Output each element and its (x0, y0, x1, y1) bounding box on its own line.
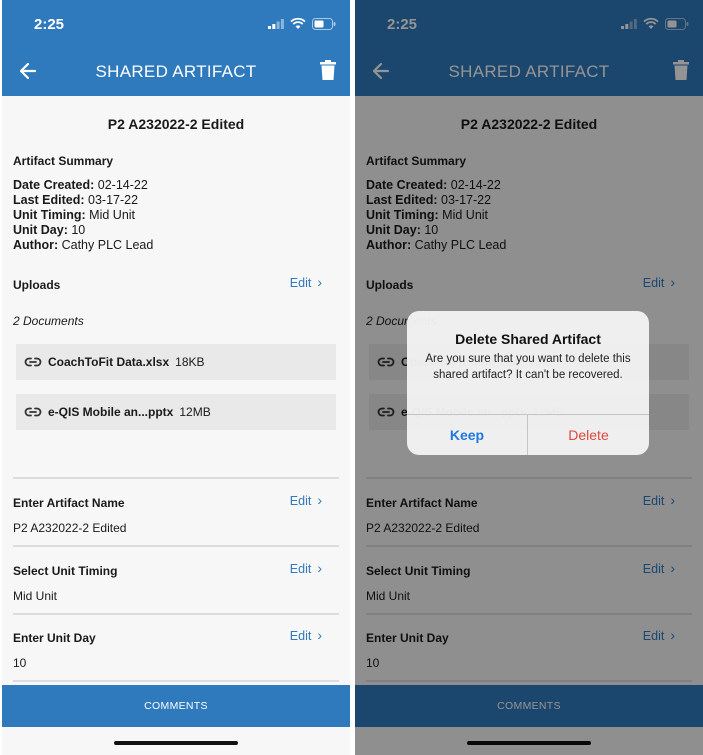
meta-label: Unit Day: (13, 223, 68, 237)
dialog-title: Delete Shared Artifact (455, 331, 601, 347)
battery-icon (312, 18, 336, 30)
phone-screen-normal: 2:25 SHARED ARTIFACT P2 A232022-2 Edited… (2, 0, 350, 755)
field-heading-unit-timing: Select Unit Timing (13, 564, 118, 578)
signal-icon (268, 19, 284, 29)
chevron-right-icon: › (317, 627, 322, 643)
unit-day-edit-button[interactable]: Edit › (290, 627, 322, 643)
meta-label: Author: (13, 238, 59, 252)
divider (13, 545, 339, 547)
artifact-meta: Date Created: 02-14-22 Last Edited: 03-1… (13, 178, 153, 253)
meta-row-last-edited: Last Edited: 03-17-22 (13, 193, 153, 208)
unit-timing-value: Mid Unit (13, 589, 58, 603)
meta-label: Unit Timing: (13, 208, 86, 222)
edit-label: Edit (289, 629, 312, 643)
link-icon (24, 357, 42, 367)
phone-screen-dialog: 2:25 SHARED ARTIFACT P2 A232022-2 Edited… (355, 0, 703, 755)
page-title: SHARED ARTIFACT (95, 62, 257, 81)
link-icon (24, 407, 42, 417)
meta-row-unit-day: Unit Day: 10 (13, 223, 153, 238)
chevron-right-icon: › (317, 560, 322, 576)
meta-value: Cathy PLC Lead (61, 238, 154, 252)
screenshot-pair: 2:25 SHARED ARTIFACT P2 A232022-2 Edited… (0, 0, 703, 755)
documents-count: 2 Documents (13, 314, 84, 328)
chevron-right-icon: › (317, 274, 322, 290)
field-heading-artifact-name: Enter Artifact Name (13, 496, 125, 510)
meta-label: Date Created: (13, 178, 95, 192)
unit-day-value: 10 (13, 656, 27, 670)
artifact-title: P2 A232022-2 Edited (107, 116, 245, 132)
keep-button[interactable]: Keep (407, 415, 527, 455)
divider (13, 477, 339, 479)
meta-row-date-created: Date Created: 02-14-22 (13, 178, 153, 193)
divider (13, 613, 339, 615)
field-heading-unit-day: Enter Unit Day (13, 631, 96, 645)
meta-value: Mid Unit (89, 208, 136, 222)
meta-value: 10 (71, 223, 86, 237)
file-item[interactable]: CoachToFit Data.xlsx 18KB (16, 344, 336, 380)
meta-row-unit-timing: Unit Timing: Mid Unit (13, 208, 153, 223)
chevron-right-icon: › (317, 492, 322, 508)
home-indicator[interactable] (114, 741, 238, 745)
home-indicator-area (2, 727, 350, 755)
unit-timing-edit-button[interactable]: Edit › (290, 560, 322, 576)
uploads-edit-button[interactable]: Edit › (290, 274, 322, 290)
file-item[interactable]: e-QIS Mobile an...pptx 12MB (16, 394, 336, 430)
meta-value: 02-14-22 (97, 178, 148, 192)
meta-label: Last Edited: (13, 193, 85, 207)
file-name-text: CoachToFit Data.xlsx (48, 355, 170, 369)
edit-label: Edit (289, 276, 312, 290)
comments-button[interactable]: COMMENTS (2, 685, 350, 727)
app-bar: SHARED ARTIFACT (2, 50, 350, 96)
file-name: e-QIS Mobile an...pptx 12MB (48, 405, 211, 419)
wifi-icon (290, 17, 306, 29)
trash-icon[interactable] (320, 60, 336, 80)
delete-confirmation-dialog: Delete Shared Artifact Are you sure that… (407, 311, 649, 455)
file-size: 12MB (179, 405, 211, 419)
artifact-detail: P2 A232022-2 Edited Artifact Summary Dat… (2, 96, 350, 685)
divider (13, 680, 339, 682)
status-bar: 2:25 (2, 0, 350, 50)
meta-row-author: Author: Cathy PLC Lead (13, 238, 153, 253)
dialog-message: Are you sure that you want to delete thi… (425, 353, 631, 381)
file-name-text: e-QIS Mobile an...pptx (48, 405, 174, 419)
artifact-name-edit-button[interactable]: Edit › (290, 492, 322, 508)
file-size: 18KB (175, 355, 205, 369)
edit-label: Edit (289, 562, 312, 576)
file-name: CoachToFit Data.xlsx 18KB (48, 355, 205, 369)
status-time: 2:25 (34, 16, 65, 33)
uploads-heading: Uploads (13, 278, 61, 292)
artifact-name-value: P2 A232022-2 Edited (13, 521, 127, 535)
summary-heading: Artifact Summary (13, 154, 114, 168)
edit-label: Edit (289, 494, 312, 508)
delete-button[interactable]: Delete (528, 415, 649, 455)
meta-value: 03-17-22 (88, 193, 139, 207)
